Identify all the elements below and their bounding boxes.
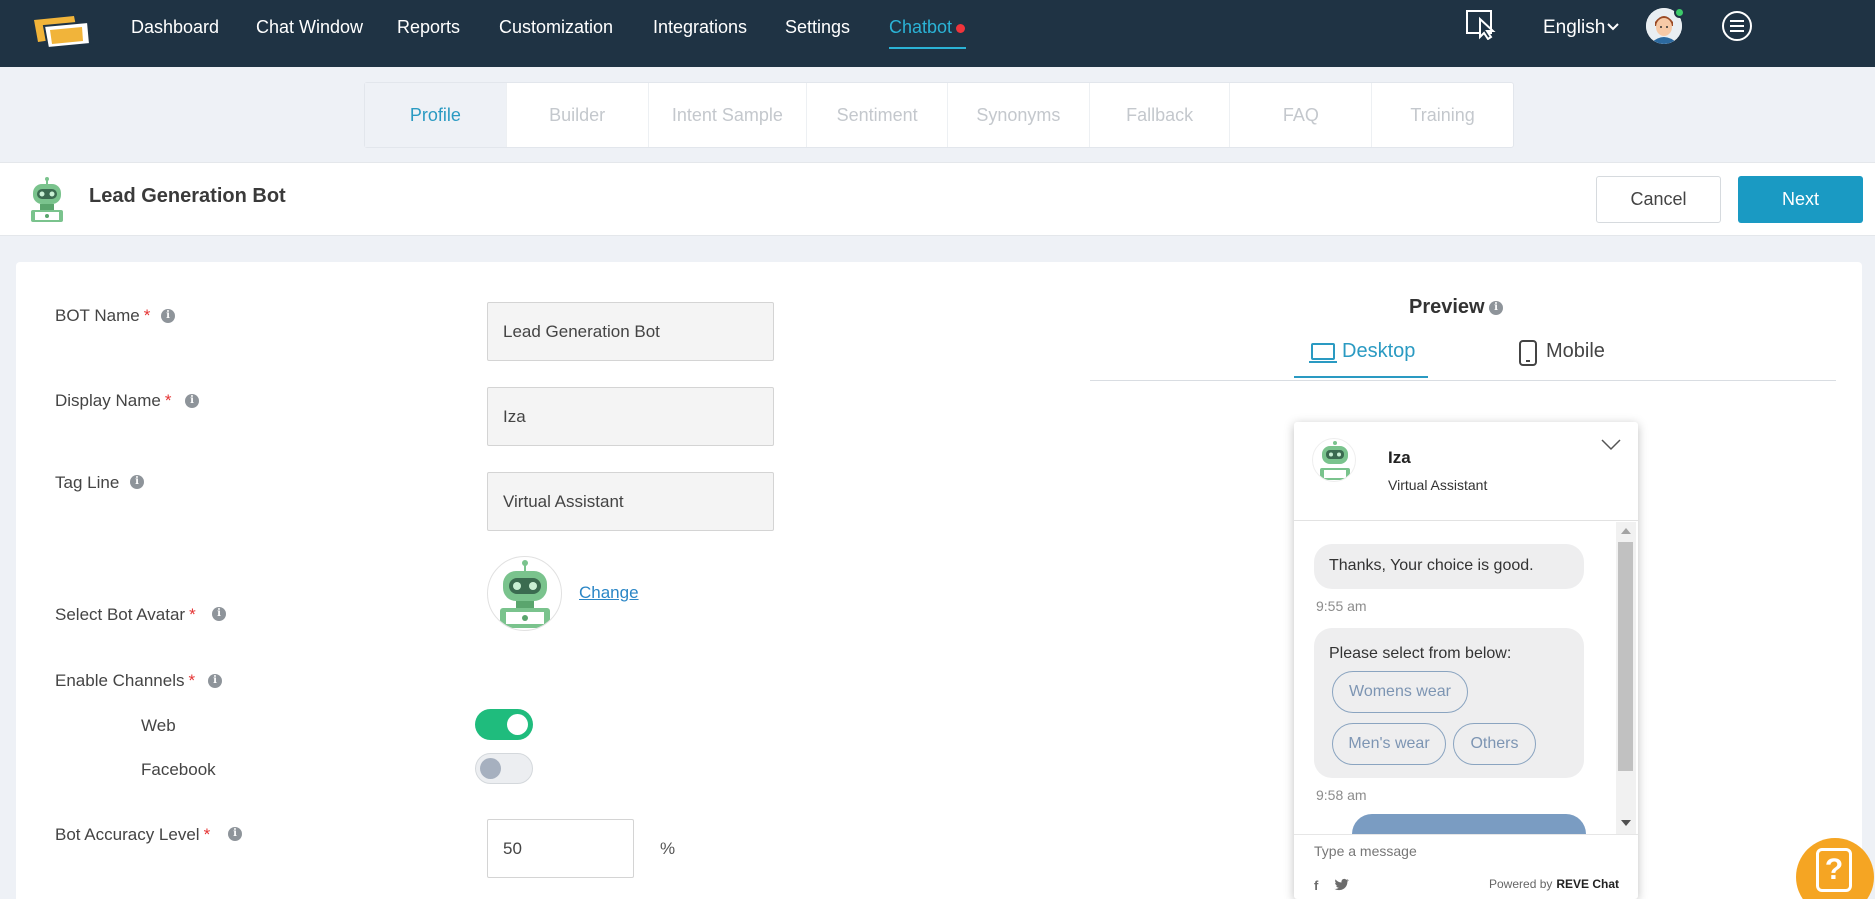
facebook-icon[interactable]: f bbox=[1314, 878, 1318, 893]
nav-reports[interactable]: Reports bbox=[397, 17, 460, 38]
input-divider bbox=[1294, 834, 1638, 835]
nav-integrations[interactable]: Integrations bbox=[653, 17, 747, 38]
top-navbar: Dashboard Chat Window Reports Customizat… bbox=[0, 0, 1875, 67]
info-icon[interactable]: i bbox=[1489, 301, 1503, 315]
message-timestamp: 9:55 am bbox=[1316, 598, 1367, 614]
bot-avatar-preview[interactable] bbox=[487, 556, 562, 631]
tab-sentiment[interactable]: Sentiment bbox=[807, 83, 948, 147]
menu-icon[interactable] bbox=[1721, 10, 1753, 42]
info-icon[interactable]: i bbox=[130, 475, 144, 489]
quick-reply-chip[interactable]: Others bbox=[1453, 723, 1536, 765]
widget-bot-name: Iza bbox=[1388, 448, 1411, 467]
next-button[interactable]: Next bbox=[1738, 176, 1863, 223]
enable-channels-label: Enable Channels * bbox=[55, 671, 196, 690]
twitter-icon[interactable] bbox=[1334, 878, 1350, 891]
tab-desktop[interactable]: Desktop bbox=[1308, 340, 1415, 363]
user-message bbox=[1352, 814, 1586, 834]
toggle-knob bbox=[480, 758, 501, 779]
chat-messages: Thanks, Your choice is good. 9:55 am Ple… bbox=[1294, 522, 1616, 834]
quick-reply-chip[interactable]: Men's wear bbox=[1332, 723, 1446, 765]
scroll-down-arrow[interactable] bbox=[1621, 820, 1631, 826]
info-icon[interactable]: i bbox=[185, 394, 199, 408]
options-prompt: Please select from below: bbox=[1329, 645, 1512, 662]
select-bot-avatar-label: Select Bot Avatar * bbox=[55, 605, 196, 624]
display-name-input[interactable]: Iza bbox=[487, 387, 774, 446]
bot-accuracy-label: Bot Accuracy Level * bbox=[55, 825, 211, 844]
tab-training[interactable]: Training bbox=[1372, 83, 1513, 147]
preview-divider bbox=[1090, 380, 1836, 381]
help-question-icon[interactable]: ? bbox=[1816, 848, 1852, 892]
powered-by: Powered by REVE Chat bbox=[1489, 877, 1620, 891]
bot-avatar-icon bbox=[500, 560, 550, 628]
message-input[interactable]: Type a message bbox=[1314, 843, 1417, 859]
chatbot-subtabs: Profile Builder Intent Sample Sentiment … bbox=[364, 82, 1514, 148]
web-channel-toggle[interactable] bbox=[475, 709, 533, 740]
percent-unit: % bbox=[660, 839, 676, 858]
quick-reply-chip[interactable]: Womens wear bbox=[1332, 671, 1468, 713]
tab-synonyms[interactable]: Synonyms bbox=[948, 83, 1090, 147]
nav-chatbot[interactable]: Chatbot bbox=[889, 17, 952, 38]
bot-name-label: BOT Name * bbox=[55, 306, 151, 325]
scroll-up-arrow[interactable] bbox=[1621, 528, 1631, 534]
display-name-label: Display Name * bbox=[55, 391, 172, 410]
nav-customization[interactable]: Customization bbox=[499, 17, 613, 38]
reve-chat-logo[interactable] bbox=[30, 14, 94, 50]
tab-profile[interactable]: Profile bbox=[365, 83, 507, 147]
language-selector[interactable]: English bbox=[1543, 17, 1605, 39]
active-nav-underline bbox=[889, 47, 966, 49]
tag-line-input[interactable]: Virtual Assistant bbox=[487, 472, 774, 531]
accuracy-input[interactable]: 50 bbox=[487, 819, 634, 878]
preview-title: Preview bbox=[1409, 296, 1485, 318]
message-timestamp: 9:58 am bbox=[1316, 787, 1367, 803]
nav-settings[interactable]: Settings bbox=[785, 17, 850, 38]
widget-header-divider bbox=[1294, 520, 1638, 521]
notification-dot bbox=[956, 24, 965, 33]
cursor-select-icon[interactable] bbox=[1465, 9, 1499, 40]
info-icon[interactable]: i bbox=[228, 827, 242, 841]
change-avatar-link[interactable]: Change bbox=[579, 583, 639, 603]
tab-fallback[interactable]: Fallback bbox=[1090, 83, 1231, 147]
chat-widget-preview: Iza Virtual Assistant Thanks, Your choic… bbox=[1294, 422, 1638, 899]
active-tab-underline bbox=[1294, 376, 1428, 378]
widget-tagline: Virtual Assistant bbox=[1388, 477, 1488, 493]
tab-builder[interactable]: Builder bbox=[507, 83, 649, 147]
nav-dashboard[interactable]: Dashboard bbox=[131, 17, 219, 38]
channel-facebook-label: Facebook bbox=[141, 760, 216, 779]
info-icon[interactable]: i bbox=[212, 607, 226, 621]
tag-line-label: Tag Line bbox=[55, 473, 120, 492]
page-title: Lead Generation Bot bbox=[89, 185, 286, 207]
online-status-dot bbox=[1674, 7, 1685, 18]
scrollbar-thumb[interactable] bbox=[1618, 542, 1633, 771]
cancel-button[interactable]: Cancel bbox=[1596, 176, 1721, 223]
info-icon[interactable]: i bbox=[161, 309, 175, 323]
widget-bot-avatar bbox=[1312, 438, 1356, 482]
bot-name-input[interactable]: Lead Generation Bot bbox=[487, 302, 774, 361]
info-icon[interactable]: i bbox=[208, 674, 222, 688]
tab-faq[interactable]: FAQ bbox=[1230, 83, 1373, 147]
tab-mobile[interactable]: Mobile bbox=[1518, 340, 1605, 363]
nav-chat-window[interactable]: Chat Window bbox=[256, 17, 363, 38]
bot-avatar-icon bbox=[31, 177, 63, 222]
tab-intent-sample[interactable]: Intent Sample bbox=[649, 83, 808, 147]
bot-message: Thanks, Your choice is good. bbox=[1314, 544, 1584, 589]
channel-web-label: Web bbox=[141, 716, 176, 735]
collapse-chevron-icon[interactable] bbox=[1600, 438, 1622, 452]
toggle-knob bbox=[507, 714, 528, 735]
brand-name[interactable]: REVE Chat bbox=[1556, 877, 1619, 891]
chevron-down-icon[interactable] bbox=[1606, 22, 1620, 32]
facebook-channel-toggle[interactable] bbox=[475, 753, 533, 784]
